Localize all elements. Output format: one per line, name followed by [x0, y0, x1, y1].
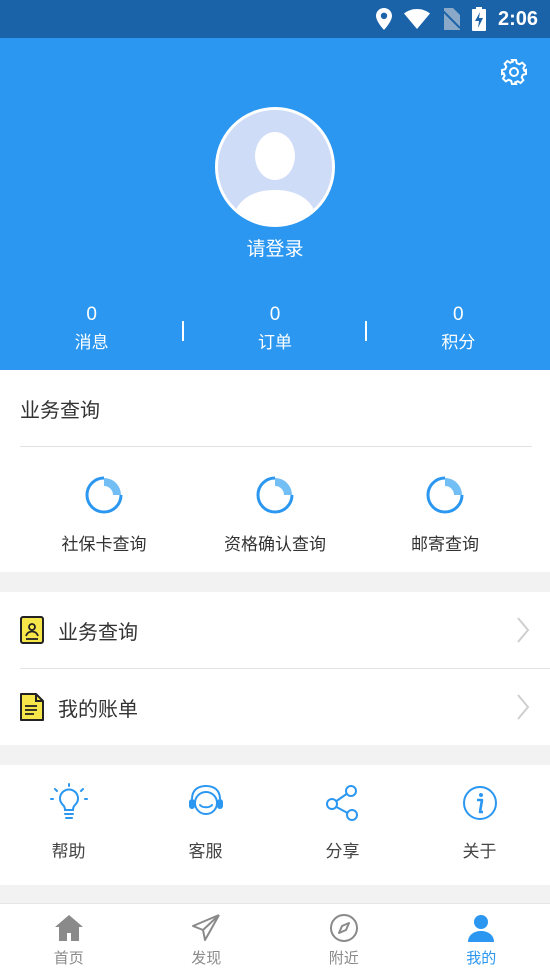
- id-badge-icon: [20, 616, 44, 644]
- compass-icon: [329, 914, 358, 942]
- gear-icon[interactable]: [500, 58, 528, 86]
- stat-divider: [182, 321, 184, 341]
- avatar[interactable]: [215, 107, 335, 227]
- stat-points[interactable]: 0 积分: [367, 302, 550, 362]
- wifi-icon: [403, 9, 430, 29]
- login-link[interactable]: 请登录: [0, 234, 550, 261]
- profile-header: 请登录 0 消息 0 订单 0 积分: [0, 38, 550, 370]
- stat-label: 积分: [441, 333, 476, 353]
- tab-nearby[interactable]: 附近: [275, 904, 413, 977]
- loading-ring-icon: [85, 476, 123, 514]
- chevron-right-icon: [517, 617, 530, 643]
- bottom-tab-bar: 首页 发现 附近 我的: [0, 903, 550, 977]
- stat-label: 消息: [74, 333, 109, 353]
- battery-charging-icon: [471, 7, 486, 31]
- tool-label: 关于: [462, 842, 497, 862]
- divider: [20, 446, 532, 447]
- tool-label: 客服: [188, 842, 223, 862]
- home-icon: [54, 915, 83, 941]
- business-query-card: 业务查询 社保卡查询 资格确认查询 邮寄查询: [0, 370, 550, 572]
- loading-ring-icon: [256, 476, 294, 514]
- chevron-right-icon: [517, 694, 530, 720]
- menu-label: 我的账单: [58, 697, 138, 721]
- query-mail[interactable]: 邮寄查询: [355, 474, 535, 555]
- paper-plane-icon: [192, 914, 221, 941]
- tool-share[interactable]: 分享: [274, 783, 411, 862]
- stat-value: 0: [453, 304, 464, 325]
- query-social-card[interactable]: 社保卡查询: [14, 474, 194, 555]
- tool-label: 帮助: [51, 842, 86, 862]
- tab-label: 首页: [53, 949, 84, 967]
- menu-row-business[interactable]: 业务查询: [0, 592, 550, 669]
- default-user-icon: [218, 110, 332, 224]
- tool-service[interactable]: 客服: [137, 783, 274, 862]
- menu-label: 业务查询: [58, 620, 138, 644]
- stat-messages[interactable]: 0 消息: [0, 302, 183, 362]
- tab-mine[interactable]: 我的: [413, 904, 550, 977]
- no-sim-icon: [441, 8, 460, 30]
- stat-value: 0: [86, 304, 97, 325]
- tools-grid: 帮助 客服 分享 关于: [0, 765, 550, 885]
- menu-list: 业务查询 我的账单: [0, 592, 550, 745]
- tool-about[interactable]: 关于: [411, 783, 548, 862]
- stats-row: 0 消息 0 订单 0 积分: [0, 302, 550, 362]
- location-icon: [375, 8, 392, 30]
- tab-label: 附近: [328, 949, 359, 967]
- menu-row-bill[interactable]: 我的账单: [0, 669, 550, 745]
- person-icon: [468, 915, 495, 942]
- query-label: 邮寄查询: [411, 535, 479, 555]
- stat-label: 订单: [257, 333, 292, 353]
- lightbulb-icon: [49, 783, 88, 819]
- status-bar: 2:06: [0, 0, 550, 38]
- stat-orders[interactable]: 0 订单: [183, 302, 366, 362]
- tab-label: 我的: [466, 949, 497, 967]
- stat-divider: [365, 321, 367, 341]
- tool-help[interactable]: 帮助: [0, 783, 137, 862]
- query-qualification[interactable]: 资格确认查询: [185, 474, 365, 555]
- stat-value: 0: [269, 304, 281, 325]
- document-icon: [20, 693, 44, 721]
- status-time: 2:06: [497, 7, 538, 30]
- query-label: 社保卡查询: [61, 535, 147, 555]
- tab-discover[interactable]: 发现: [138, 904, 276, 977]
- query-label: 资格确认查询: [224, 535, 326, 555]
- info-icon: [462, 786, 497, 820]
- tab-label: 发现: [191, 949, 222, 967]
- headset-icon: [188, 784, 223, 815]
- loading-ring-icon: [426, 476, 464, 514]
- tab-home[interactable]: 首页: [0, 904, 138, 977]
- section-title: 业务查询: [20, 398, 100, 422]
- tool-label: 分享: [325, 842, 360, 862]
- share-icon: [325, 785, 358, 821]
